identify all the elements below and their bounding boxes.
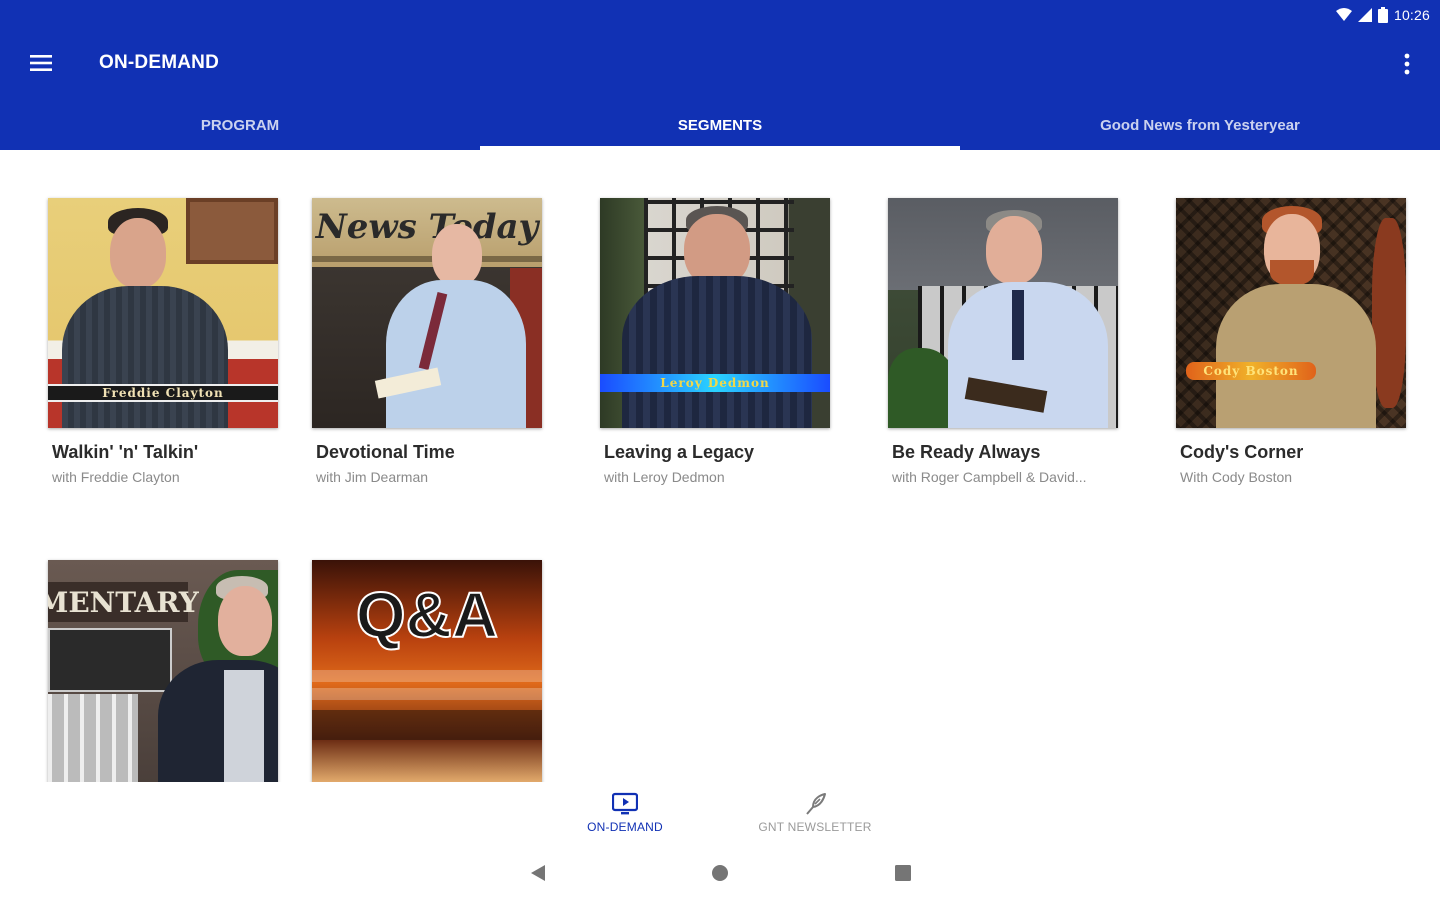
segment-title: Cody's Corner <box>1180 442 1304 462</box>
segment-subtitle: with Roger Campbell & David... <box>892 469 1087 485</box>
more-vert-icon <box>1404 53 1410 75</box>
segment-thumbnail: MENTARY <box>48 560 278 782</box>
system-home-button[interactable] <box>708 862 732 884</box>
wifi-icon <box>1335 8 1352 21</box>
bottom-nav-on-demand[interactable]: ON-DEMAND <box>545 792 705 842</box>
toolbar: ON-DEMAND <box>0 30 1440 96</box>
segment-card-walkin-n-talkin[interactable]: Freddie Clayton Walkin' 'n' Talkin' with… <box>48 198 288 485</box>
segment-title: Devotional Time <box>316 442 455 462</box>
segment-thumbnail-caption: Q&A <box>355 578 499 652</box>
app-title: ON-DEMAND <box>99 52 220 73</box>
segment-thumbnail-caption: MENTARY <box>48 582 199 622</box>
segments-grid: Freddie Clayton Walkin' 'n' Talkin' with… <box>0 150 1440 782</box>
segment-title: Be Ready Always <box>892 442 1041 462</box>
overflow-menu-button[interactable] <box>1394 50 1420 78</box>
bottom-navigation: ON-DEMAND GNT NEWSLETTER <box>0 782 1440 846</box>
status-time: 10:26 <box>1393 7 1430 23</box>
menu-button[interactable] <box>26 50 56 76</box>
segment-card-codys-corner[interactable]: Cody Boston Cody's Corner With Cody Bost… <box>1176 198 1416 485</box>
tab-good-news-from-yesteryear[interactable]: Good News from Yesteryear <box>960 100 1440 150</box>
menu-icon <box>30 55 52 71</box>
segment-card-leaving-a-legacy[interactable]: Leroy Dedmon Leaving a Legacy with Leroy… <box>600 198 840 485</box>
tv-icon <box>612 792 638 815</box>
quill-pen-icon <box>806 793 826 815</box>
segment-card-devotional-time[interactable]: News Today Devotional Time with Jim Dear… <box>312 198 552 485</box>
system-recents-button[interactable] <box>891 862 915 884</box>
segment-card-q-and-a[interactable]: Q&A <box>312 560 552 782</box>
segment-card-commentary[interactable]: MENTARY <box>48 560 288 782</box>
recents-icon <box>895 865 911 881</box>
app-bar: 10:26 ON-DEMAND PROGRAM SEGMENTS Good Ne… <box>0 0 1440 150</box>
segment-thumbnail: Leroy Dedmon <box>600 198 830 428</box>
bottom-nav-label: ON-DEMAND <box>587 820 663 834</box>
segment-thumbnail-caption: Cody Boston <box>1186 362 1316 380</box>
back-icon <box>531 865 545 881</box>
tab-segments[interactable]: SEGMENTS <box>480 100 960 150</box>
segment-thumbnail: News Today <box>312 198 542 428</box>
system-back-button[interactable] <box>526 862 550 884</box>
segment-thumbnail: Q&A <box>312 560 542 782</box>
segment-thumbnail-caption: Freddie Clayton <box>48 384 278 402</box>
segment-subtitle: with Jim Dearman <box>316 469 429 485</box>
segment-thumbnail: Cody Boston <box>1176 198 1406 428</box>
segment-subtitle: with Leroy Dedmon <box>604 469 725 485</box>
bottom-nav-gnt-newsletter[interactable]: GNT NEWSLETTER <box>735 792 895 842</box>
bottom-nav-label: GNT NEWSLETTER <box>758 820 872 834</box>
segment-subtitle: With Cody Boston <box>1180 469 1293 485</box>
segment-subtitle: with Freddie Clayton <box>52 469 180 485</box>
tab-program[interactable]: PROGRAM <box>0 100 480 150</box>
cell-signal-icon <box>1357 8 1372 22</box>
segment-thumbnail-caption: Leroy Dedmon <box>600 374 830 392</box>
battery-icon <box>1377 7 1388 23</box>
segment-thumbnail <box>888 198 1118 428</box>
tab-bar: PROGRAM SEGMENTS Good News from Yesterye… <box>0 100 1440 150</box>
status-bar: 10:26 <box>0 0 1440 30</box>
segment-thumbnail: Freddie Clayton <box>48 198 278 428</box>
segment-card-be-ready-always[interactable]: Be Ready Always with Roger Campbell & Da… <box>888 198 1128 485</box>
system-navigation-bar <box>0 846 1440 900</box>
home-icon <box>712 865 728 881</box>
segment-title: Walkin' 'n' Talkin' <box>52 442 199 462</box>
segment-title: Leaving a Legacy <box>604 442 755 462</box>
segment-thumbnail-caption: News Today <box>315 207 539 247</box>
